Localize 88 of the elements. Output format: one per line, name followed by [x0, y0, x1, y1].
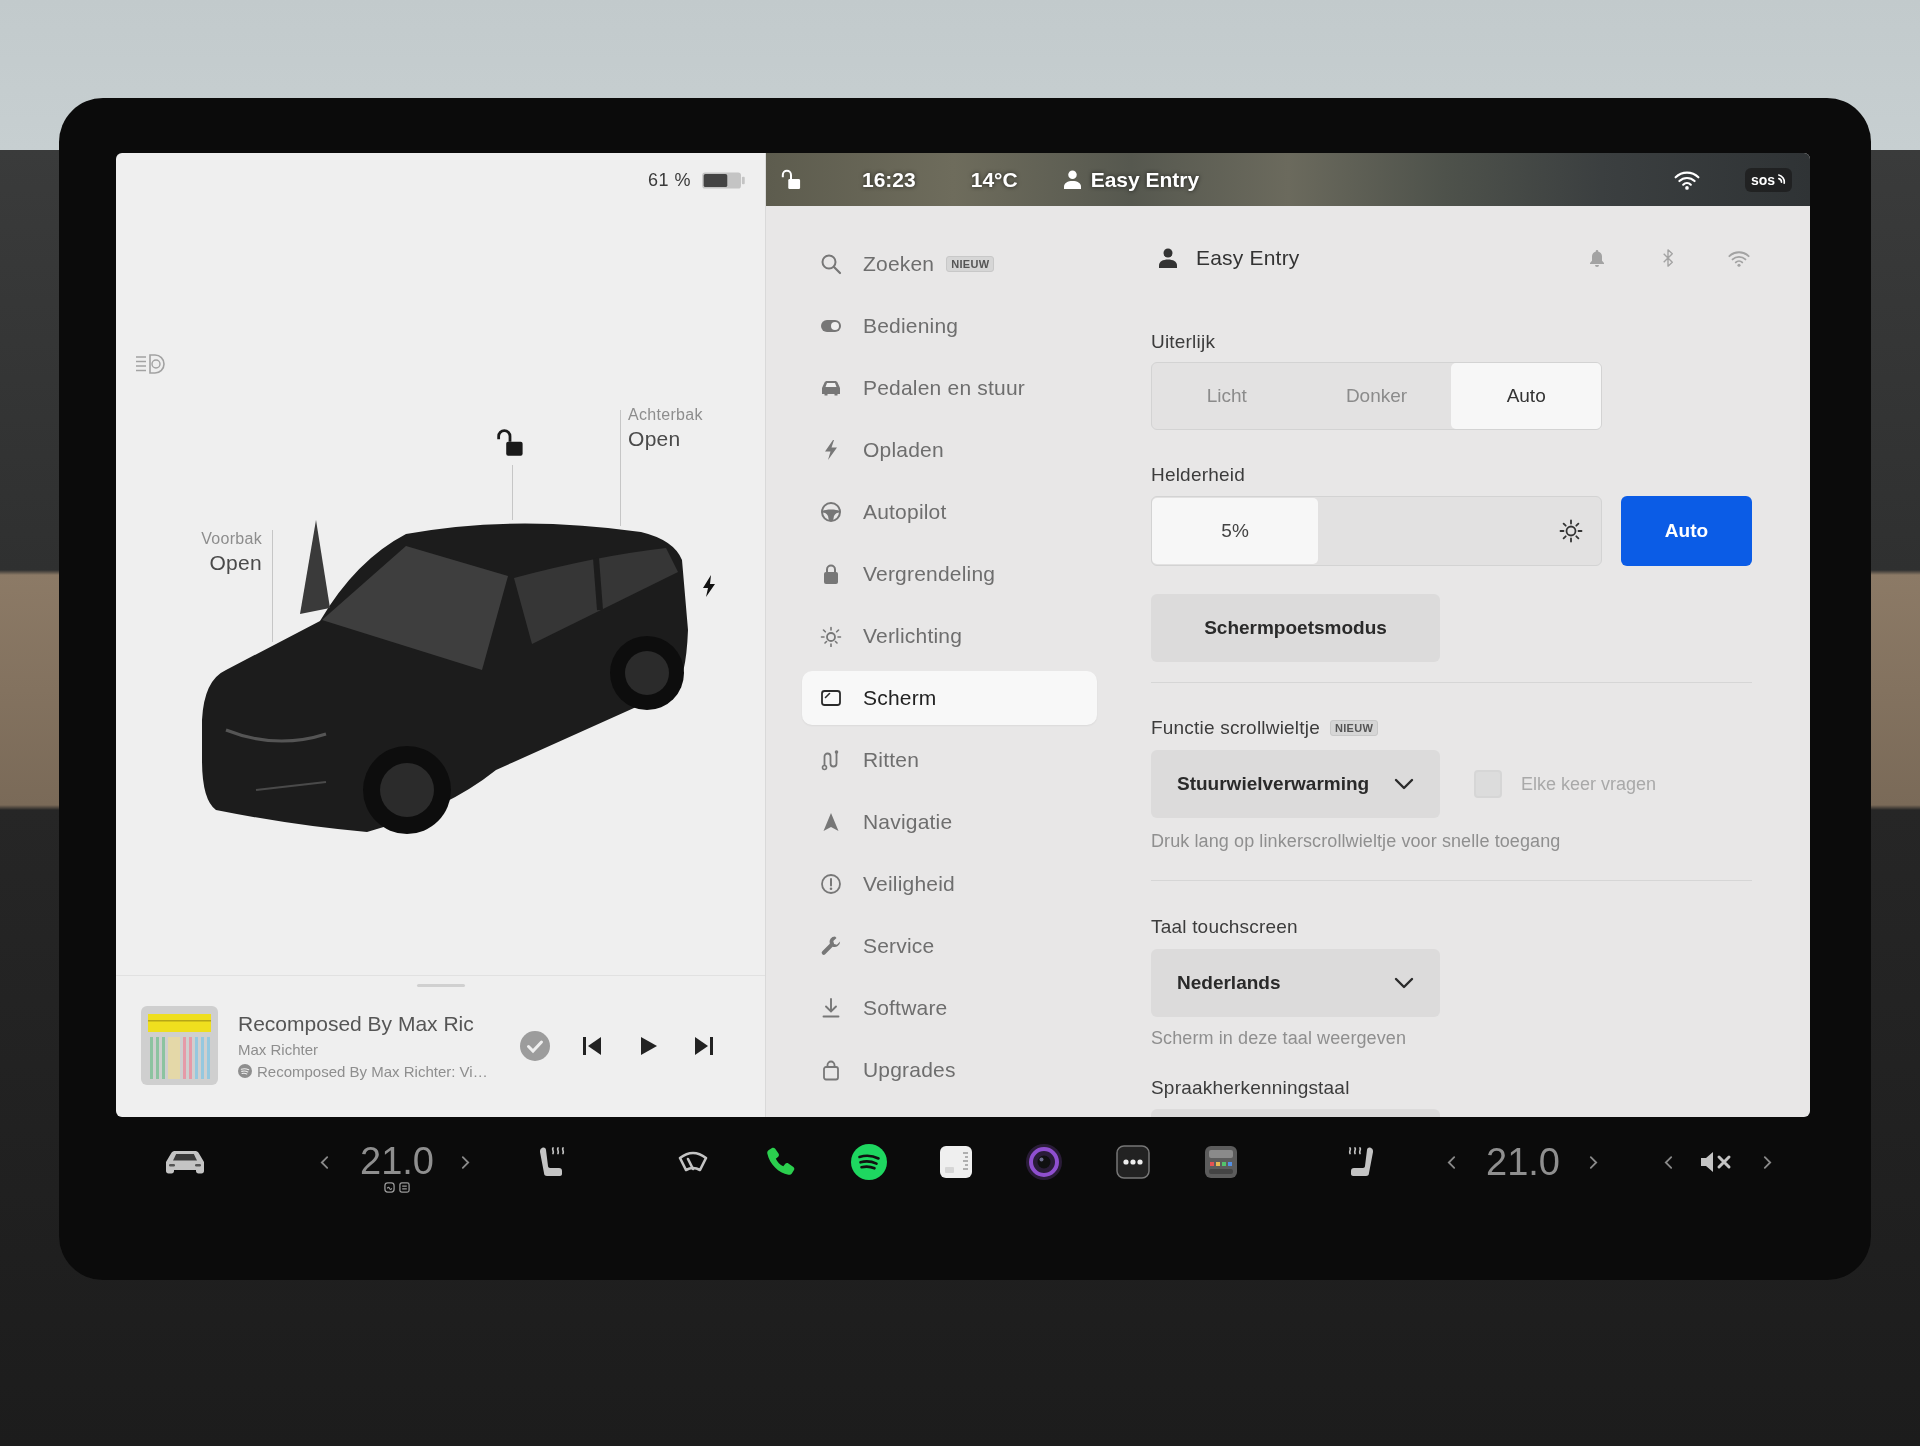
- chevron-down-icon: [1394, 778, 1414, 790]
- person-icon: [1159, 248, 1177, 268]
- search-icon: [820, 253, 842, 275]
- new-badge: NIEUW: [946, 256, 995, 272]
- menu-item[interactable]: Verlichting: [802, 609, 1097, 663]
- chevron-left-icon[interactable]: [1446, 1154, 1456, 1170]
- track-title: Recomposed By Max Ric: [238, 1011, 475, 1036]
- brightness-slider[interactable]: 5%: [1151, 496, 1602, 566]
- menu-item[interactable]: Opladen: [802, 423, 1097, 477]
- hint-text: Druk lang op linkerscrollwieltje voor snelle toegang: [1151, 830, 1562, 852]
- dropdown[interactable]: Nederlands: [1151, 949, 1440, 1017]
- app-tile-icon[interactable]: [1204, 1145, 1238, 1179]
- battery-icon: [701, 171, 746, 189]
- menu-item[interactable]: Veiligheid: [802, 857, 1097, 911]
- chevron-right-icon[interactable]: [460, 1154, 470, 1170]
- section-label: Functie scrollwieltje: [1151, 716, 1320, 740]
- chevron-right-icon[interactable]: [1762, 1154, 1772, 1170]
- menu-item[interactable]: Zoeken NIEUW: [802, 237, 1097, 291]
- menu-item[interactable]: Navigatie: [802, 795, 1097, 849]
- alert-icon: [820, 873, 842, 895]
- climate-indicator-icon[interactable]: [384, 1182, 395, 1193]
- play-icon[interactable]: [638, 1034, 658, 1057]
- menu-item[interactable]: Scherm: [802, 671, 1097, 725]
- menu-item[interactable]: Bediening: [802, 299, 1097, 353]
- display-icon: [820, 687, 842, 709]
- menu-item[interactable]: Vergrendeling: [802, 547, 1097, 601]
- callout-label: Voorbak: [201, 530, 262, 548]
- new-badge: NIEUW: [1329, 720, 1379, 736]
- previous-track-icon[interactable]: [582, 1034, 602, 1057]
- menu-item[interactable]: Autopilot: [802, 485, 1097, 539]
- notepad-icon[interactable]: [939, 1145, 973, 1179]
- callout-label: Achterbak: [628, 406, 703, 424]
- brightness-reading: 5%: [1221, 520, 1249, 542]
- leader-line: [512, 465, 513, 520]
- menu-item[interactable]: Software: [802, 981, 1097, 1035]
- wrench-icon: [820, 935, 842, 957]
- chevron-left-icon[interactable]: [319, 1154, 329, 1170]
- menu-item[interactable]: Upgrades: [802, 1043, 1097, 1097]
- battery-percentage: 61 %: [647, 169, 691, 191]
- hint-text: Scherm in deze taal weergeven: [1151, 1027, 1408, 1049]
- track-source: Recomposed By Max Richter: Vi…: [257, 1062, 488, 1080]
- driver-temperature[interactable]: 21.0: [360, 1141, 434, 1181]
- clean-mode-button[interactable]: Schermpoetsmodus: [1151, 594, 1440, 662]
- light-icon: [820, 625, 842, 647]
- unlocked-padlock-icon[interactable]: [781, 169, 801, 190]
- menu-item[interactable]: Ritten: [802, 733, 1097, 787]
- chevron-down-icon: [1394, 977, 1414, 989]
- outside-temperature: 14°C: [970, 167, 1018, 192]
- section-label: Helderheid: [1151, 463, 1246, 487]
- muted-speaker-icon[interactable]: [1699, 1149, 1733, 1175]
- music-app-icon[interactable]: [851, 1144, 887, 1180]
- menu-item[interactable]: Pedalen en stuur: [802, 361, 1097, 415]
- signal-arc-icon: [1777, 174, 1786, 185]
- slider-fill[interactable]: 5%: [1152, 498, 1319, 564]
- section-label: Uiterlijk: [1151, 330, 1217, 354]
- chevron-right-icon[interactable]: [1588, 1154, 1598, 1170]
- wifi-icon: [1673, 169, 1700, 190]
- person-icon: [1063, 170, 1081, 189]
- checkmark-icon[interactable]: [520, 1030, 550, 1061]
- chevron-left-icon[interactable]: [1663, 1154, 1673, 1170]
- track-artist: Max Richter: [238, 1040, 320, 1058]
- segment-option[interactable]: Auto: [1451, 363, 1601, 429]
- music-service-icon: [238, 1064, 252, 1078]
- phone-icon[interactable]: [765, 1146, 797, 1178]
- sun-icon: [1559, 519, 1583, 543]
- camera-icon[interactable]: [1026, 1144, 1062, 1180]
- climate-indicator-icon[interactable]: [399, 1182, 410, 1193]
- steering-wheel-icon: [820, 501, 842, 523]
- unlocked-padlock-icon[interactable]: [496, 428, 524, 457]
- auto-brightness-button[interactable]: Auto: [1621, 496, 1752, 566]
- lightning-bolt-icon[interactable]: [702, 575, 716, 597]
- dropdown[interactable]: Stuurwielverwarming: [1151, 750, 1440, 818]
- callout-status[interactable]: Open: [209, 551, 262, 575]
- driver-profile[interactable]: Easy Entry: [1090, 167, 1200, 192]
- car-icon[interactable]: [163, 1148, 207, 1176]
- passenger-temperature[interactable]: 21.0: [1486, 1142, 1560, 1182]
- shopping-bag-icon: [820, 1059, 842, 1081]
- section-label: Taal touchscreen: [1151, 915, 1299, 939]
- download-icon: [820, 997, 842, 1019]
- next-track-icon[interactable]: [694, 1034, 714, 1057]
- callout-status[interactable]: Open: [628, 427, 681, 451]
- section-label: Spraakherkenningstaal: [1151, 1076, 1351, 1100]
- clock-time: 16:23: [862, 167, 916, 192]
- profile-name[interactable]: Easy Entry: [1196, 246, 1300, 270]
- menu-item[interactable]: Service: [802, 919, 1097, 973]
- checkbox-label: Elke keer vragen: [1521, 773, 1657, 795]
- sos-button[interactable]: sos: [1744, 167, 1792, 192]
- more-icon[interactable]: [1116, 1145, 1150, 1179]
